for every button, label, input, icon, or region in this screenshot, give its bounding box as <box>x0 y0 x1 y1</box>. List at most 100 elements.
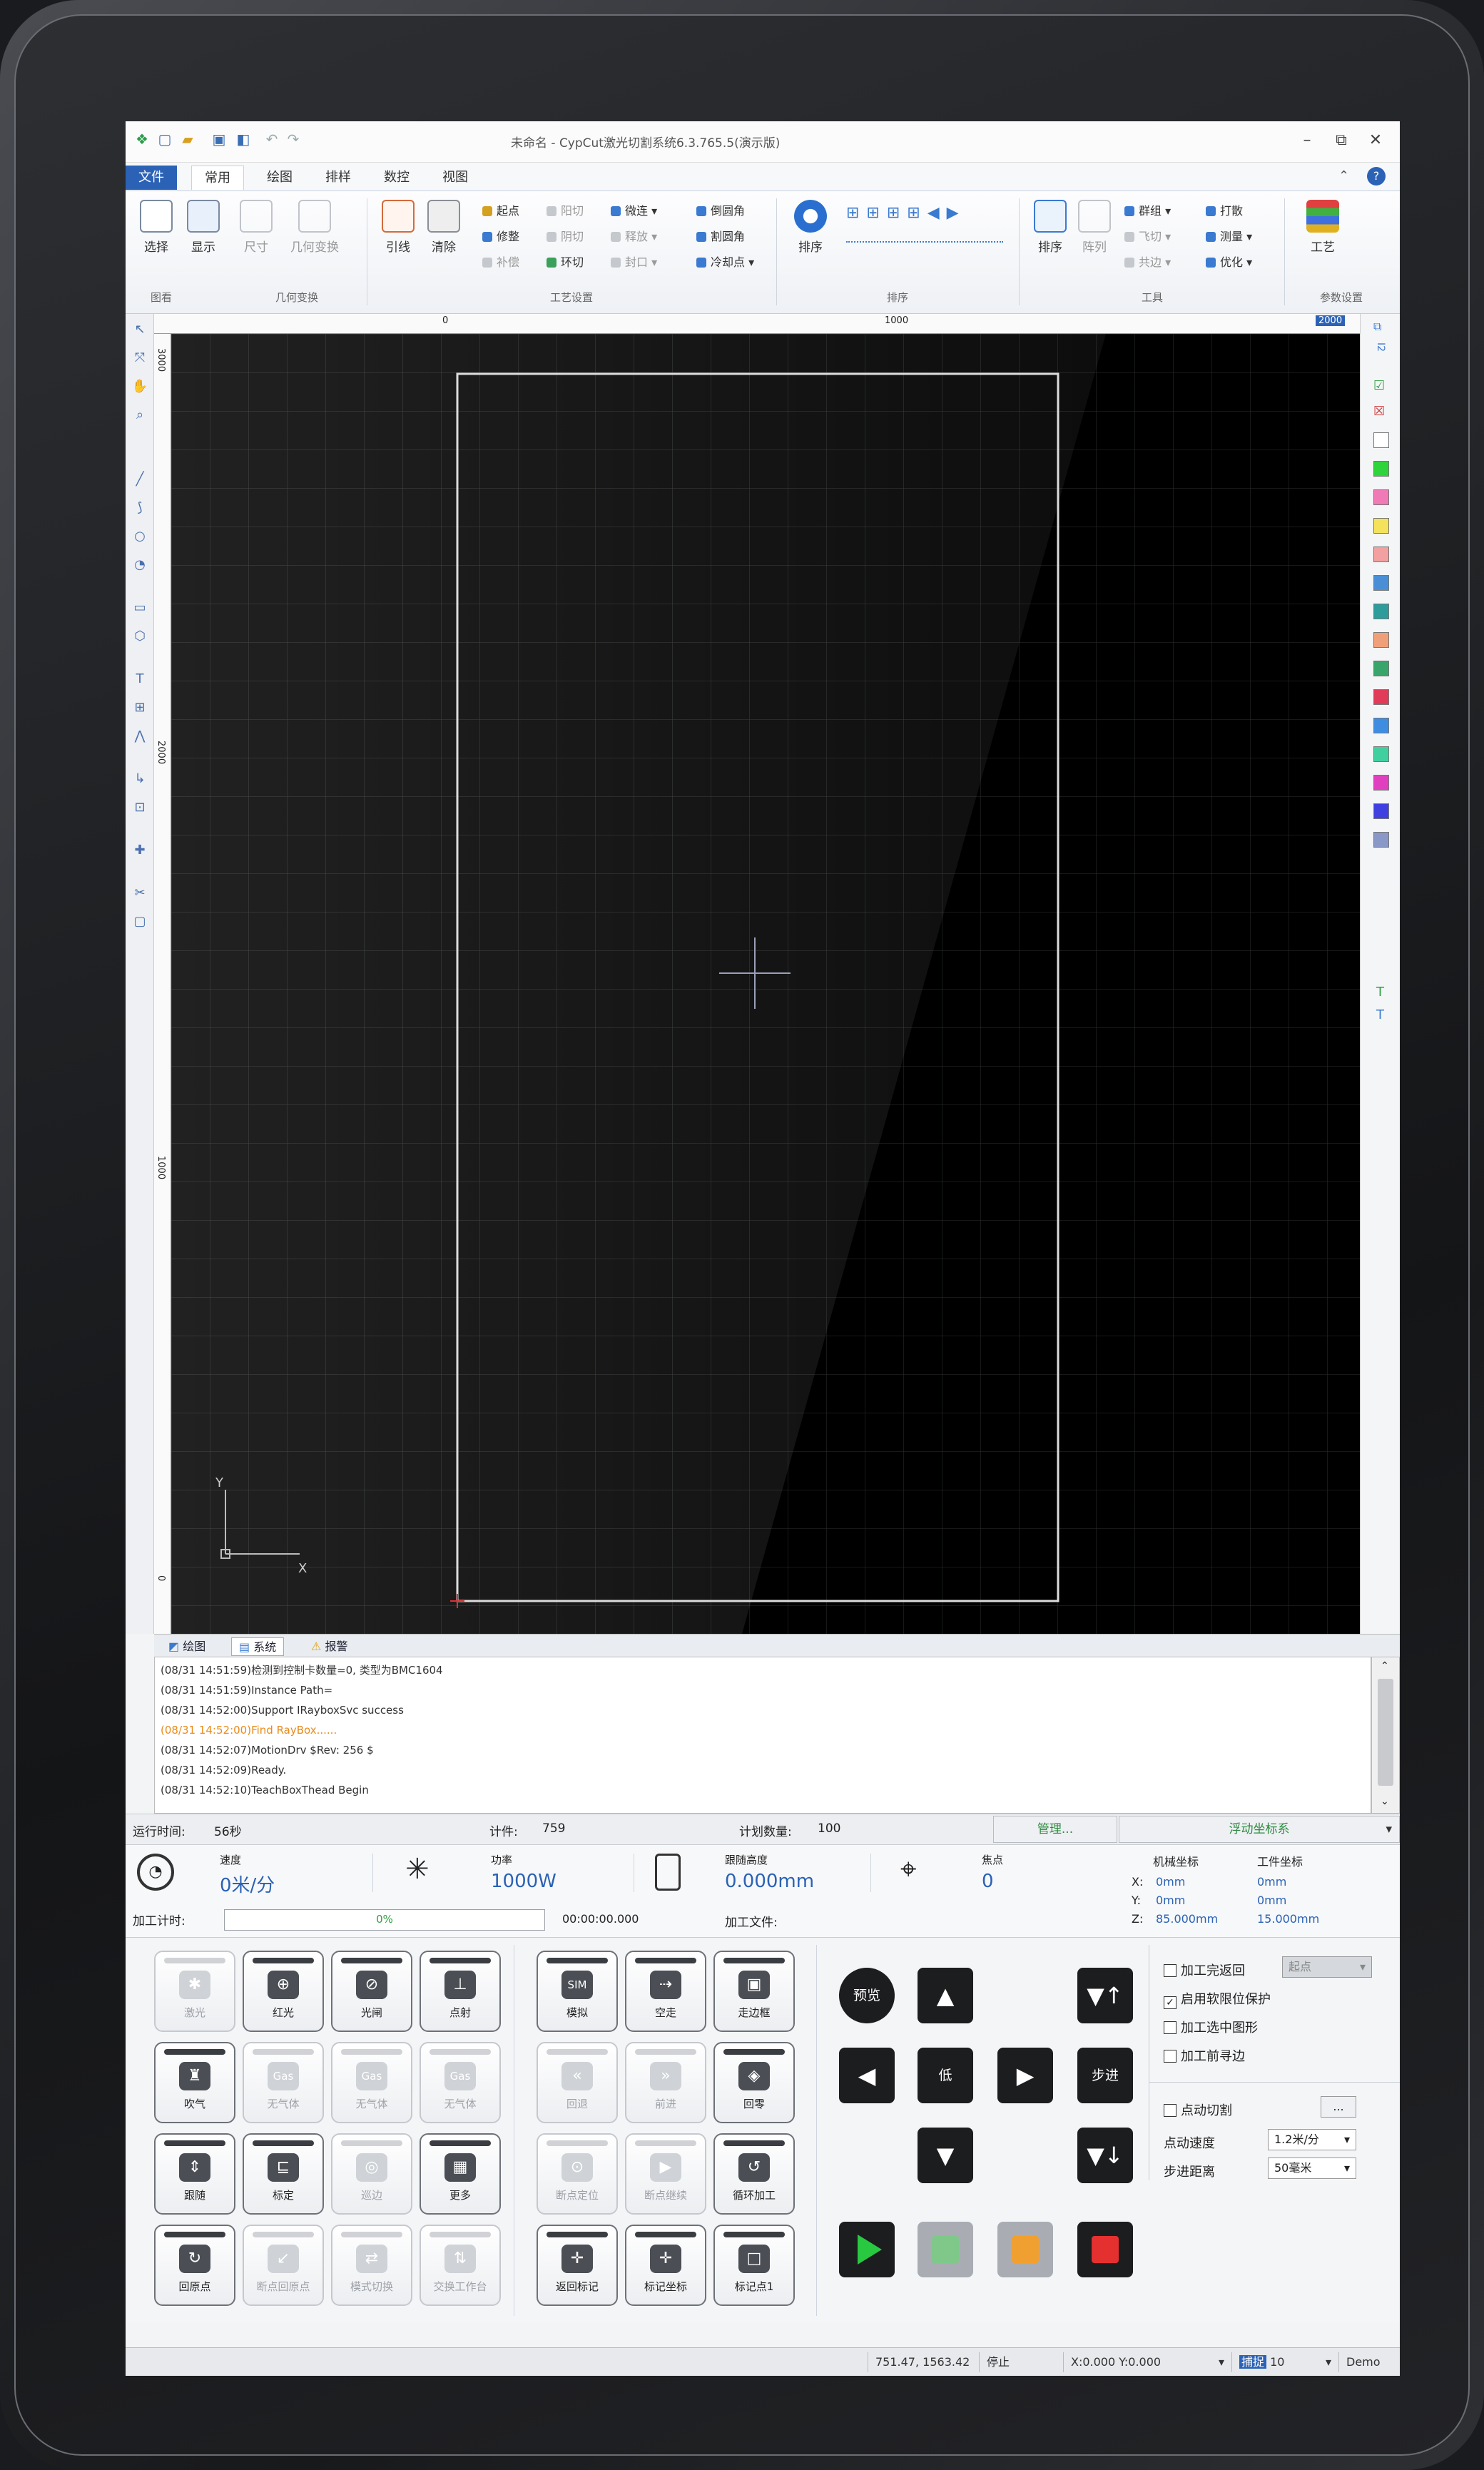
color-swatch[interactable] <box>1373 689 1389 705</box>
polygon-tool-icon[interactable]: ⬡ <box>131 628 148 645</box>
ring-cut-button[interactable]: 环切 <box>547 253 584 278</box>
process-button[interactable]: ✛ 返回标记 <box>537 2225 618 2306</box>
array-button[interactable]: 阵列 <box>1073 200 1116 255</box>
check-icon[interactable]: ☑ <box>1373 378 1385 393</box>
open-icon[interactable]: ▰ <box>177 128 198 150</box>
bridge-tool-icon[interactable]: ⋀ <box>131 728 148 745</box>
text-layer-icon[interactable]: T <box>1376 985 1384 1000</box>
color-swatch[interactable] <box>1373 575 1389 591</box>
circle-tool-icon[interactable]: ○ <box>131 528 148 545</box>
fly-cut-button[interactable]: 飞切 ▾ <box>1124 227 1171 253</box>
device-button[interactable]: ↻ 回原点 <box>154 2225 235 2306</box>
tab-home[interactable]: 常用 <box>191 166 244 190</box>
device-button[interactable]: ⊥ 点射 <box>420 1951 501 2032</box>
select-button[interactable]: 选择 <box>134 200 178 255</box>
seal-tool-icon[interactable]: ⊡ <box>131 799 148 816</box>
layer-icon[interactable]: ⧉ <box>1373 320 1381 334</box>
device-button[interactable]: ↙ 断点回原点 <box>243 2225 324 2306</box>
save-icon[interactable]: ▣ <box>208 128 230 150</box>
color-swatch[interactable] <box>1373 746 1389 762</box>
process-button[interactable]: ◈ 回零 <box>713 2042 795 2123</box>
measure-button[interactable]: 测量 ▾ <box>1206 227 1252 253</box>
jog-down-button[interactable]: ▼ <box>918 2128 973 2183</box>
clear-button[interactable]: 清除 <box>422 200 465 255</box>
inner-cut-button[interactable]: 阴切 <box>547 227 584 253</box>
head-up-button[interactable]: ▼↑ <box>1077 1968 1133 2023</box>
jog-right-button[interactable]: ▶ <box>997 2048 1053 2103</box>
option-jog-cut[interactable]: 点动切割 <box>1164 2100 1232 2119</box>
arc-tool-icon[interactable]: ◔ <box>131 556 148 574</box>
round-corner-button[interactable]: 倒圆角 <box>696 201 754 227</box>
compensate-button[interactable]: 补偿 <box>482 253 519 278</box>
scroll-thumb[interactable] <box>1378 1679 1393 1786</box>
device-button[interactable]: Gas 无气体 <box>420 2042 501 2123</box>
process-button[interactable]: SIM 模拟 <box>537 1951 618 2032</box>
frame-tool-icon[interactable]: ▢ <box>131 913 148 930</box>
scroll-up-icon[interactable]: ⌃ <box>1381 1660 1389 1672</box>
start-tool-icon[interactable]: ✚ <box>131 842 148 859</box>
checkbox[interactable] <box>1164 2104 1176 2117</box>
checkbox[interactable] <box>1164 1964 1176 1977</box>
lead-button[interactable]: 引线 <box>377 200 420 255</box>
device-button[interactable]: ⇕ 跟随 <box>154 2133 235 2215</box>
color-swatch[interactable] <box>1373 803 1389 819</box>
color-swatch[interactable] <box>1373 632 1389 648</box>
color-swatch[interactable] <box>1373 718 1389 733</box>
trim-button[interactable]: 修整 <box>482 227 519 253</box>
color-swatch[interactable] <box>1373 661 1389 676</box>
close-icon[interactable]: ✕ <box>1361 130 1390 151</box>
start-button[interactable] <box>839 2222 895 2277</box>
option-edge-find[interactable]: 加工前寻边 <box>1164 2046 1245 2065</box>
tab-system-log[interactable]: ▤ 系统 <box>231 1637 285 1656</box>
sort-direction-icons[interactable]: ⊞⊞⊞⊞◀▶ <box>846 204 1003 228</box>
process-button[interactable]: » 前进 <box>625 2042 706 2123</box>
uncheck-icon[interactable]: ☒ <box>1373 404 1385 419</box>
drawing-canvas[interactable]: Y X <box>171 334 1360 1634</box>
process-button[interactable]: □ 标记点1 <box>713 2225 795 2306</box>
device-button[interactable]: ⊕ 红光 <box>243 1951 324 2032</box>
device-button[interactable]: ⇅ 交换工作台 <box>420 2225 501 2306</box>
node-tool-icon[interactable]: ⤧ <box>131 350 148 367</box>
stop-button[interactable] <box>1077 2222 1133 2277</box>
cut-corner-button[interactable]: 割圆角 <box>696 227 754 253</box>
manage-button[interactable]: 管理... <box>993 1816 1117 1843</box>
step-mode-button[interactable]: 步进 <box>1077 2048 1133 2103</box>
device-button[interactable]: ⇄ 模式切换 <box>331 2225 412 2306</box>
color-swatch[interactable] <box>1373 489 1389 505</box>
offset-select[interactable]: X:0.000 Y:0.000 ▾ <box>1063 2352 1231 2372</box>
array-tool-icon[interactable]: ⊞ <box>131 699 148 716</box>
device-button[interactable]: ▦ 更多 <box>420 2133 501 2215</box>
device-button[interactable]: ⊑ 标定 <box>243 2133 324 2215</box>
tab-cnc[interactable]: 数控 <box>371 166 422 190</box>
resume-button[interactable] <box>918 2222 973 2277</box>
jog-up-button[interactable]: ▲ <box>918 1968 973 2023</box>
explode-button[interactable]: 打散 <box>1206 201 1252 227</box>
process-button[interactable]: « 回退 <box>537 2042 618 2123</box>
device-button[interactable]: Gas 无气体 <box>331 2042 412 2123</box>
process-button[interactable]: ✛ 标记坐标 <box>625 2225 706 2306</box>
color-swatch[interactable] <box>1373 832 1389 848</box>
sort-slider[interactable] <box>846 235 1003 243</box>
outer-cut-button[interactable]: 阳切 <box>547 201 584 227</box>
color-swatch[interactable] <box>1373 775 1389 791</box>
checkbox[interactable] <box>1164 2021 1176 2034</box>
tab-nest[interactable]: 排样 <box>312 166 364 190</box>
scroll-down-icon[interactable]: ⌄ <box>1381 1796 1389 1807</box>
tab-draw[interactable]: 绘图 <box>254 166 305 190</box>
head-down-button[interactable]: ▼↓ <box>1077 2128 1133 2183</box>
line-tool-icon[interactable]: ╱ <box>131 471 148 488</box>
text-layer-icon-2[interactable]: T <box>1376 1007 1384 1022</box>
common-edge-button[interactable]: 共边 ▾ <box>1124 253 1171 278</box>
tab-draw-log[interactable]: ◩ 绘图 <box>161 1637 213 1656</box>
geometry-button[interactable]: 几何变换 <box>283 200 347 255</box>
sort-button[interactable]: 排序 <box>788 200 833 255</box>
seal-button[interactable]: 封口 ▾ <box>611 253 657 278</box>
device-button[interactable]: ✱ 激光 <box>154 1951 235 2032</box>
option-selected-only[interactable]: 加工选中图形 <box>1164 2018 1258 2036</box>
lead-tool-icon[interactable]: ↳ <box>131 771 148 788</box>
help-icon[interactable]: ? <box>1367 167 1386 185</box>
process-button[interactable]: ⊙ 断点定位 <box>537 2133 618 2215</box>
process-button[interactable]: ▶ 断点继续 <box>625 2133 706 2215</box>
jog-left-button[interactable]: ◀ <box>839 2048 895 2103</box>
color-swatch[interactable] <box>1373 432 1389 448</box>
